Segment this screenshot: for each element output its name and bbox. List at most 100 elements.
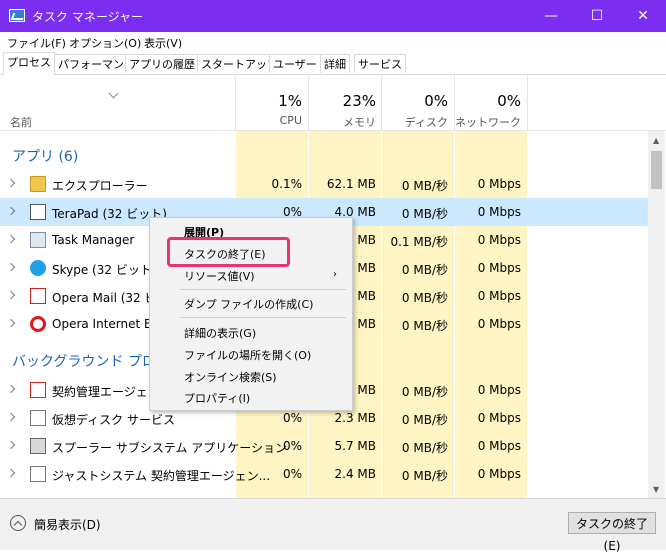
minimize-button[interactable]: — [528,0,574,32]
menu-separator [180,289,346,290]
column-header: 名前 1% CPU 23% メモリ 0% ディスク 0% ネットワーク [0,74,666,131]
expand-chevron-icon[interactable] [6,234,16,244]
network-value: 0 Mbps [477,177,521,191]
fewer-details-link[interactable]: 簡易表示(D) [34,516,101,533]
menu-bar: ファイル(F) オプション(O) 表示(V) [0,32,666,52]
scroll-thumb[interactable] [651,151,662,189]
disk-value: 0 MB/秒 [401,263,448,277]
menu-item-open-file-location[interactable]: ファイルの場所を開く(O) [184,347,311,363]
column-divider [381,74,382,130]
menu-item-go-to-details[interactable]: 詳細の表示(G) [184,325,256,341]
network-value: 0 Mbps [477,411,521,425]
column-network[interactable]: ネットワーク [454,114,521,130]
memory-value: 2.4 MB [334,467,376,481]
disk-value: 0 MB/秒 [401,179,448,193]
memory-value: 2.3 MB [334,411,376,425]
highlight-annotation-box [167,237,290,267]
tab-app-history[interactable]: アプリの履歴 [125,54,199,73]
memory-percent[interactable]: 23% [308,92,376,110]
tab-users[interactable]: ユーザー [269,54,321,73]
scroll-down-icon[interactable]: ▼ [653,485,659,494]
process-row[interactable]: ジャストシステム 契約管理エージェン... 0% 2.4 MB 0 MB/秒 0 Mbp… [0,460,650,488]
tab-details[interactable]: 詳細 [320,54,350,73]
process-name: Opera Internet Bro [52,317,165,331]
justsystem-icon [30,382,46,398]
service-icon [30,410,46,426]
menu-options[interactable]: オプション(O) [69,35,141,51]
process-name: 仮想ディスク サービス [52,413,175,427]
expand-chevron-icon[interactable] [6,262,16,272]
process-row[interactable]: エクスプローラー 0.1% 62.1 MB 0 MB/秒 0 Mbps [0,170,650,198]
cpu-value: 0% [282,467,302,481]
cpu-value: 0% [282,411,302,425]
column-disk[interactable]: ディスク [382,114,448,130]
folder-icon [30,176,46,192]
disk-value: 0 MB/秒 [401,413,448,427]
disk-percent[interactable]: 0% [382,92,448,110]
close-button[interactable]: ✕ [620,0,666,32]
task-manager-icon [30,232,46,248]
printer-icon [30,438,46,454]
expand-chevron-icon[interactable] [6,206,16,216]
opera-icon [30,316,46,332]
column-divider [527,74,528,130]
network-value: 0 Mbps [477,289,521,303]
menu-item-properties[interactable]: プロパティ(I) [184,390,250,406]
menu-file[interactable]: ファイル(F) [7,35,66,51]
scroll-up-icon[interactable]: ▲ [653,136,659,145]
footer-bar: 簡易表示(D) タスクの終了(E) [0,498,666,553]
expand-chevron-icon[interactable] [6,178,16,188]
process-name: Task Manager [52,233,135,247]
network-value: 0 Mbps [477,383,521,397]
column-divider [308,74,309,130]
memory-value: 5.7 MB [334,439,376,453]
service-icon [30,466,46,482]
column-cpu[interactable]: CPU [236,114,302,127]
network-value: 0 Mbps [477,467,521,481]
network-value: 0 Mbps [477,261,521,275]
title-bar: タスク マネージャー — ☐ ✕ [0,0,666,32]
expand-chevron-icon[interactable] [6,412,16,422]
submenu-arrow-icon: › [333,269,337,280]
vertical-scrollbar[interactable]: ▲ ▼ [648,131,665,498]
opera-mail-icon [30,288,46,304]
network-value: 0 Mbps [477,205,521,219]
expand-chevron-icon[interactable] [6,384,16,394]
menu-item-search-online[interactable]: オンライン検索(S) [184,369,277,385]
group-apps: アプリ (6) [12,149,79,165]
expand-chevron-icon[interactable] [6,468,16,478]
menu-view[interactable]: 表示(V) [144,35,182,51]
disk-value: 0 MB/秒 [401,441,448,455]
tab-services[interactable]: サービス [354,54,406,73]
process-name: エクスプローラー [52,179,148,193]
column-memory[interactable]: メモリ [308,114,376,130]
expand-chevron-icon[interactable] [6,290,16,300]
network-value: 0 Mbps [477,317,521,331]
skype-icon [30,260,46,276]
window-title: タスク マネージャー [32,10,143,24]
disk-value: 0 MB/秒 [401,469,448,483]
menu-item-create-dump[interactable]: ダンプ ファイルの作成(C) [184,296,313,312]
network-percent[interactable]: 0% [454,92,521,110]
tab-processes[interactable]: プロセス [3,52,55,75]
disk-value: 0 MB/秒 [401,207,448,221]
menu-separator [180,317,346,318]
collapse-chevron-icon[interactable] [10,515,26,531]
tab-bar: プロセス パフォーマンス アプリの履歴 スタートアップ ユーザー 詳細 サービス [0,52,666,75]
menu-item-resource-values[interactable]: リソース値(V) [184,268,255,284]
network-value: 0 Mbps [477,233,521,247]
end-task-button[interactable]: タスクの終了(E) [568,512,656,553]
process-row[interactable]: スプーラー サブシステム アプリケーション 0% 5.7 MB 0 MB/秒 0 Mbp… [0,432,650,460]
maximize-button[interactable]: ☐ [574,0,620,32]
disk-value: 0 MB/秒 [401,319,448,333]
cpu-percent[interactable]: 1% [236,92,302,110]
cpu-value: 0% [282,439,302,453]
column-divider [235,74,236,130]
expand-chevron-icon[interactable] [6,440,16,450]
memory-value: 62.1 MB [326,177,376,191]
column-name[interactable]: 名前 [10,114,32,130]
expand-chevron-icon[interactable] [6,318,16,328]
network-value: 0 Mbps [477,439,521,453]
process-name: Skype (32 ビット) [52,263,157,277]
sort-chevron-icon[interactable] [108,88,119,99]
